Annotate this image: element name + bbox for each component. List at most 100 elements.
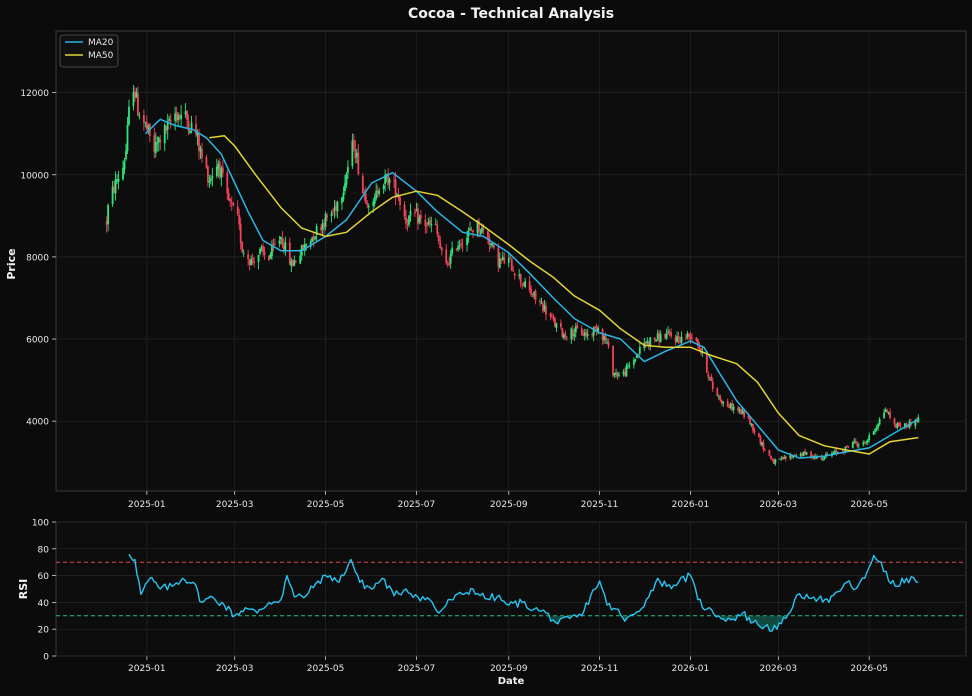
candle-body xyxy=(534,290,537,300)
rsi-y-axis-label: RSI xyxy=(17,579,30,600)
candle-body xyxy=(868,435,871,440)
candle-body xyxy=(461,245,464,247)
rsi-x-tick-label: 2025-05 xyxy=(307,664,345,674)
candle-body xyxy=(378,190,381,194)
chart-figure: Cocoa - Technical Analysis 2025-01 2025-0… xyxy=(0,0,972,692)
candle-body xyxy=(492,244,495,248)
candle-body xyxy=(513,273,516,276)
candle-body xyxy=(874,429,877,432)
candle-body xyxy=(367,206,370,208)
candle-body xyxy=(352,139,355,149)
candle-body xyxy=(186,111,188,120)
price-x-tick-label: 2025-05 xyxy=(307,500,345,510)
candle-body xyxy=(294,260,297,263)
candle-body xyxy=(403,204,406,217)
candle-body xyxy=(253,261,255,264)
candle-body xyxy=(382,185,385,190)
candle-body xyxy=(764,449,766,451)
candle-body xyxy=(854,441,857,444)
candle-body xyxy=(769,455,772,459)
candle-body xyxy=(419,215,422,219)
candle-body xyxy=(440,247,443,251)
rsi-x-tick-label: 2025-01 xyxy=(128,664,166,674)
candle-body xyxy=(125,150,127,160)
candle-body xyxy=(707,373,710,378)
candle-body xyxy=(665,333,668,339)
candle-body xyxy=(612,346,614,376)
price-x-tick-label: 2025-03 xyxy=(216,500,254,510)
candle-body xyxy=(399,197,401,205)
candle-body xyxy=(510,258,513,271)
candle-body xyxy=(466,237,468,246)
candle-body xyxy=(549,313,552,317)
rsi-y-tick-label: 20 xyxy=(38,626,50,636)
candle-body xyxy=(209,178,212,181)
candle-body xyxy=(229,198,232,202)
candle-body xyxy=(445,249,448,263)
candle-body xyxy=(428,219,431,224)
rsi-panel: 2025-01 2025-03 2025-05 2025-07 2025-09 2025-… xyxy=(32,519,967,674)
candle-body xyxy=(305,244,308,246)
candle-body xyxy=(361,176,364,194)
candle-body xyxy=(239,223,242,244)
price-x-tick-label: 2025-09 xyxy=(490,500,528,510)
candle-body xyxy=(122,167,124,180)
candle-body xyxy=(847,445,850,448)
rsi-x-tick-label: 2026-05 xyxy=(850,664,888,674)
candle-body xyxy=(373,197,376,204)
candle-body xyxy=(580,328,583,336)
candle-body xyxy=(752,424,754,431)
candle-body xyxy=(330,213,333,217)
candle-body xyxy=(711,381,714,389)
candle-body xyxy=(424,219,427,227)
candle-body xyxy=(634,359,637,361)
candle-body xyxy=(822,459,824,460)
candle-body xyxy=(242,252,245,254)
candle-body xyxy=(460,243,463,245)
candle-body xyxy=(524,280,527,287)
candle-body xyxy=(457,246,460,250)
price-panel: 2025-01 2025-03 2025-05 2025-07 2025-09 2025-… xyxy=(20,30,967,510)
candle-body xyxy=(159,139,162,143)
candle-body xyxy=(414,212,416,214)
candle-body xyxy=(507,258,510,263)
candle-body xyxy=(180,114,183,120)
candle-body xyxy=(201,149,203,158)
candle-body xyxy=(716,388,719,397)
price-y-tick-label: 6000 xyxy=(26,336,49,346)
candle-body xyxy=(226,172,229,194)
candle-body xyxy=(409,210,412,216)
candle-body xyxy=(726,401,729,408)
candle-body xyxy=(394,179,397,197)
candle-body xyxy=(137,93,139,116)
candle-body xyxy=(768,449,771,456)
candle-body xyxy=(437,235,440,242)
candle-body xyxy=(503,258,506,264)
candle-body xyxy=(208,181,211,183)
candle-body xyxy=(883,412,885,419)
candle-body xyxy=(680,336,683,343)
candle-body xyxy=(449,253,452,264)
candle-body xyxy=(241,242,244,253)
candle-body xyxy=(439,242,442,249)
candle-body xyxy=(117,178,120,182)
candle-body xyxy=(607,341,610,347)
price-x-tick-label: 2025-11 xyxy=(581,500,619,510)
candle-body xyxy=(236,206,239,215)
price-y-tick-label: 8000 xyxy=(26,253,49,263)
candle-body xyxy=(555,323,558,328)
candle-body xyxy=(238,214,241,225)
price-x-tick-label: 2026-03 xyxy=(760,500,798,510)
price-y-tick-label: 4000 xyxy=(26,418,49,428)
candle-body xyxy=(655,339,658,342)
candle-body xyxy=(774,459,777,464)
candle-body xyxy=(758,433,760,438)
candle-body xyxy=(247,254,250,260)
candle-body xyxy=(653,337,656,341)
candle-body xyxy=(722,401,725,404)
chart-title: Cocoa - Technical Analysis xyxy=(408,6,614,22)
candle-body xyxy=(336,201,339,212)
candle-body xyxy=(314,236,317,239)
rsi-y-tick-label: 60 xyxy=(38,572,50,582)
candle-body xyxy=(899,425,902,427)
